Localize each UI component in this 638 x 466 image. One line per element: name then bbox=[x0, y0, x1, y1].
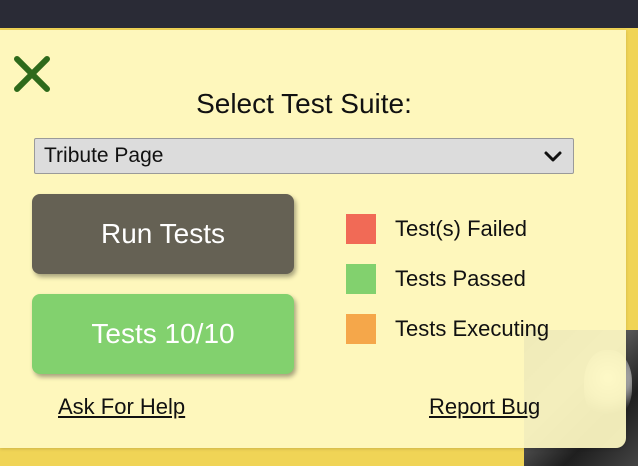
executing-color-swatch bbox=[346, 314, 376, 344]
legend-label-failed: Test(s) Failed bbox=[395, 216, 528, 241]
test-suite-select[interactable]: Tribute Page bbox=[34, 138, 574, 174]
ask-for-help-link[interactable]: Ask For Help bbox=[58, 394, 185, 420]
legend-item-passed: Tests Passed bbox=[346, 264, 586, 294]
panel-title: Select Test Suite: bbox=[196, 88, 412, 119]
chevron-down-icon bbox=[543, 149, 563, 165]
test-results-button[interactable]: Tests 10/10 bbox=[32, 294, 294, 374]
report-bug-link[interactable]: Report Bug bbox=[429, 394, 540, 420]
passed-color-swatch bbox=[346, 264, 376, 294]
legend-label-executing: Tests Executing bbox=[395, 316, 550, 341]
top-header-strip bbox=[0, 0, 638, 28]
legend-item-failed: Test(s) Failed bbox=[346, 214, 586, 244]
legend-item-executing: Tests Executing bbox=[346, 314, 586, 344]
test-suite-panel: Select Test Suite: Tribute Page Run Test… bbox=[0, 30, 626, 448]
failed-color-swatch bbox=[346, 214, 376, 244]
legend-label-passed: Tests Passed bbox=[395, 266, 526, 291]
status-legend: Test(s) Failed Tests Passed Tests Execut… bbox=[346, 214, 586, 364]
run-tests-button[interactable]: Run Tests bbox=[32, 194, 294, 274]
test-suite-select-value: Tribute Page bbox=[44, 144, 164, 167]
